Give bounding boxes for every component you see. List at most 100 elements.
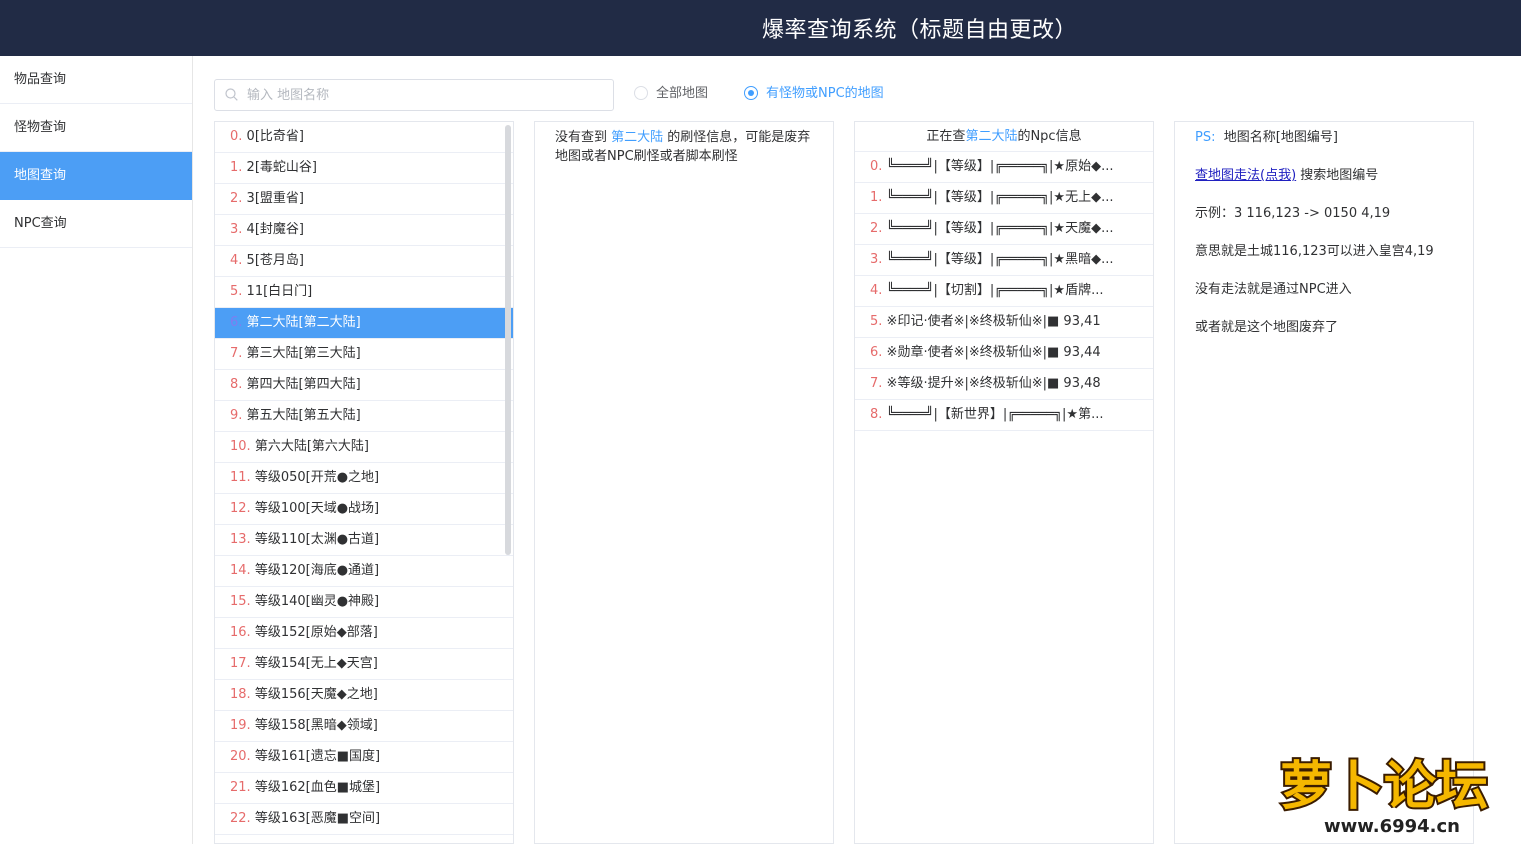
map-list-item[interactable]: 13. 等级110[太渊●古道] (215, 525, 513, 556)
npc-name: ╚════╝|【等级】|╔═════╗|★原始◆... (886, 159, 1114, 174)
map-list-item[interactable]: 1. 2[毒蛇山谷] (215, 153, 513, 184)
map-index: 22. (230, 811, 251, 826)
map-list-item[interactable]: 4. 5[苍月岛] (215, 246, 513, 277)
map-name: 5[苍月岛] (246, 253, 304, 268)
npc-list-item[interactable]: 4. ╚════╝|【切割】|╔═════╗|★盾牌... (855, 276, 1153, 307)
map-list-item[interactable]: 9. 第五大陆[第五大陆] (215, 401, 513, 432)
map-index: 12. (230, 501, 251, 516)
svg-text:萝卜论坛: 萝卜论坛 (1280, 757, 1488, 817)
map-index: 2. (230, 191, 243, 206)
map-name: 第五大陆[第五大陆] (246, 408, 361, 423)
map-index: 18. (230, 687, 251, 702)
npc-index: 3. (870, 252, 883, 267)
map-list: 0. 0[比奇省] 1. 2[毒蛇山谷] 2. 3[盟重省] 3. 4[封魔谷] 4. … (214, 121, 514, 844)
npc-list-item[interactable]: 0. ╚════╝|【等级】|╔═════╗|★原始◆... (855, 152, 1153, 183)
npc-list-item[interactable]: 5. ※印记·使者※|※终极斩仙※|■ 93,41 (855, 307, 1153, 338)
map-list-item[interactable]: 22. 等级163[恶魔■空间] (215, 804, 513, 835)
map-index: 4. (230, 253, 243, 268)
map-list-scrollbar[interactable] (505, 125, 511, 555)
npc-header-prefix: 正在查 (926, 129, 966, 144)
map-index: 20. (230, 749, 251, 764)
info-map-name: 第二大陆 (611, 130, 664, 145)
npc-index: 4. (870, 283, 883, 298)
map-index: 9. (230, 408, 243, 423)
map-list-item[interactable]: 8. 第四大陆[第四大陆] (215, 370, 513, 401)
map-index: 6. (230, 315, 243, 330)
map-list-item[interactable]: 15. 等级140[幽灵●神殿] (215, 587, 513, 618)
map-index: 8. (230, 377, 243, 392)
map-name: 等级163[恶魔■空间] (254, 811, 381, 826)
ps-label: PS: (1195, 130, 1216, 145)
map-name: 4[封魔谷] (246, 222, 304, 237)
map-list-item[interactable]: 21. 等级162[血色■城堡] (215, 773, 513, 804)
map-route-link[interactable]: 查地图走法(点我) (1195, 168, 1296, 183)
map-list-item[interactable]: 3. 4[封魔谷] (215, 215, 513, 246)
search-input[interactable] (247, 80, 607, 110)
map-list-item[interactable]: 19. 等级158[黑暗◆领域] (215, 711, 513, 742)
sidebar-item-monster-query[interactable]: 怪物查询 (0, 104, 192, 152)
npc-list-item[interactable]: 8. ╚════╝|【新世界】|╔═════╗|★第... (855, 400, 1153, 431)
map-index: 0. (230, 129, 243, 144)
ps-meaning: 意思就是土城116,123可以进入皇宫4,19 (1195, 244, 1434, 259)
filter-all-maps-radio[interactable]: 全部地图 (634, 84, 708, 104)
sidebar-item-npc-query[interactable]: NPC查询 (0, 200, 192, 248)
sidebar-item-item-query[interactable]: 物品查询 (0, 56, 192, 104)
map-list-item[interactable]: 10. 第六大陆[第六大陆] (215, 432, 513, 463)
sidebar-item-map-query[interactable]: 地图查询 (0, 152, 192, 200)
npc-index: 5. (870, 314, 883, 329)
npc-name: ╚════╝|【新世界】|╔═════╗|★第... (886, 407, 1104, 422)
map-name: 2[毒蛇山谷] (246, 160, 317, 175)
map-name: 第四大陆[第四大陆] (246, 377, 361, 392)
npc-panel: 正在查第二大陆的Npc信息 0. ╚════╝|【等级】|╔═════╗|★原始… (854, 121, 1154, 844)
map-list-item[interactable]: 11. 等级050[开荒●之地] (215, 463, 513, 494)
map-index: 14. (230, 563, 251, 578)
npc-name: ╚════╝|【等级】|╔═════╗|★黑暗◆... (886, 252, 1114, 267)
ps-line-link: 查地图走法(点我) 搜索地图编号 (1195, 166, 1453, 204)
ps-line-format: PS: 地图名称[地图编号] (1195, 128, 1453, 166)
map-index: 10. (230, 439, 251, 454)
map-search-box[interactable] (214, 79, 614, 111)
npc-name: ╚════╝|【等级】|╔═════╗|★天魔◆... (886, 221, 1114, 236)
map-index: 17. (230, 656, 251, 671)
map-name: 第六大陆[第六大陆] (254, 439, 369, 454)
map-name: 等级050[开荒●之地] (254, 470, 380, 485)
map-name: 等级156[天魔◆之地] (254, 687, 378, 702)
map-index: 3. (230, 222, 243, 237)
map-list-item[interactable]: 14. 等级120[海底●通道] (215, 556, 513, 587)
map-name: 11[白日门] (246, 284, 313, 299)
map-list-item[interactable]: 20. 等级161[遗忘■国度] (215, 742, 513, 773)
map-list-item[interactable]: 2. 3[盟重省] (215, 184, 513, 215)
npc-index: 6. (870, 345, 883, 360)
npc-panel-header: 正在查第二大陆的Npc信息 (855, 122, 1153, 152)
help-panel: PS: 地图名称[地图编号] 查地图走法(点我) 搜索地图编号 示例：3 116… (1174, 121, 1474, 844)
npc-header-suffix: 的Npc信息 (1017, 129, 1082, 144)
map-index: 21. (230, 780, 251, 795)
npc-list-item[interactable]: 3. ╚════╝|【等级】|╔═════╗|★黑暗◆... (855, 245, 1153, 276)
page-title: 爆率查询系统（标题自由更改） (762, 18, 1078, 43)
map-list-item[interactable]: 16. 等级152[原始◆部落] (215, 618, 513, 649)
npc-name: ※印记·使者※|※终极斩仙※|■ 93,41 (886, 314, 1101, 329)
map-list-item[interactable]: 6. 第二大陆[第二大陆] (215, 308, 513, 339)
map-index: 5. (230, 284, 243, 299)
npc-name: ※等级·提升※|※终极斩仙※|■ 93,48 (886, 376, 1101, 391)
map-list-item[interactable]: 12. 等级100[天域●战场] (215, 494, 513, 525)
npc-list-item[interactable]: 6. ※勋章·使者※|※终极斩仙※|■ 93,44 (855, 338, 1153, 369)
ps-abandoned: 或者就是这个地图废弃了 (1195, 320, 1339, 335)
radio-circle-checked (744, 86, 758, 100)
npc-list-item[interactable]: 2. ╚════╝|【等级】|╔═════╗|★天魔◆... (855, 214, 1153, 245)
map-list-item[interactable]: 17. 等级154[无上◆天宫] (215, 649, 513, 680)
app-header: 爆率查询系统（标题自由更改） (0, 0, 1521, 56)
map-list-item[interactable]: 18. 等级156[天魔◆之地] (215, 680, 513, 711)
npc-list-item[interactable]: 7. ※等级·提升※|※终极斩仙※|■ 93,48 (855, 369, 1153, 400)
forum-logo: 萝卜论坛 www.6994.cn (1278, 755, 1490, 837)
filter-monster-maps-radio[interactable]: 有怪物或NPC的地图 (744, 84, 884, 104)
ps-no-route: 没有走法就是通过NPC进入 (1195, 282, 1352, 297)
map-list-item[interactable]: 7. 第三大陆[第三大陆] (215, 339, 513, 370)
npc-list-item[interactable]: 1. ╚════╝|【等级】|╔═════╗|★无上◆... (855, 183, 1153, 214)
map-list-item[interactable]: 5. 11[白日门] (215, 277, 513, 308)
spawn-info-panel: 没有查到 第二大陆 的刷怪信息，可能是废弃地图或者NPC刷怪或者脚本刷怪 (534, 121, 834, 844)
search-icon (225, 88, 238, 101)
ps-format-text: 地图名称[地图编号] (1223, 130, 1338, 145)
map-name: 等级152[原始◆部落] (254, 625, 378, 640)
map-list-item[interactable]: 0. 0[比奇省] (215, 122, 513, 153)
